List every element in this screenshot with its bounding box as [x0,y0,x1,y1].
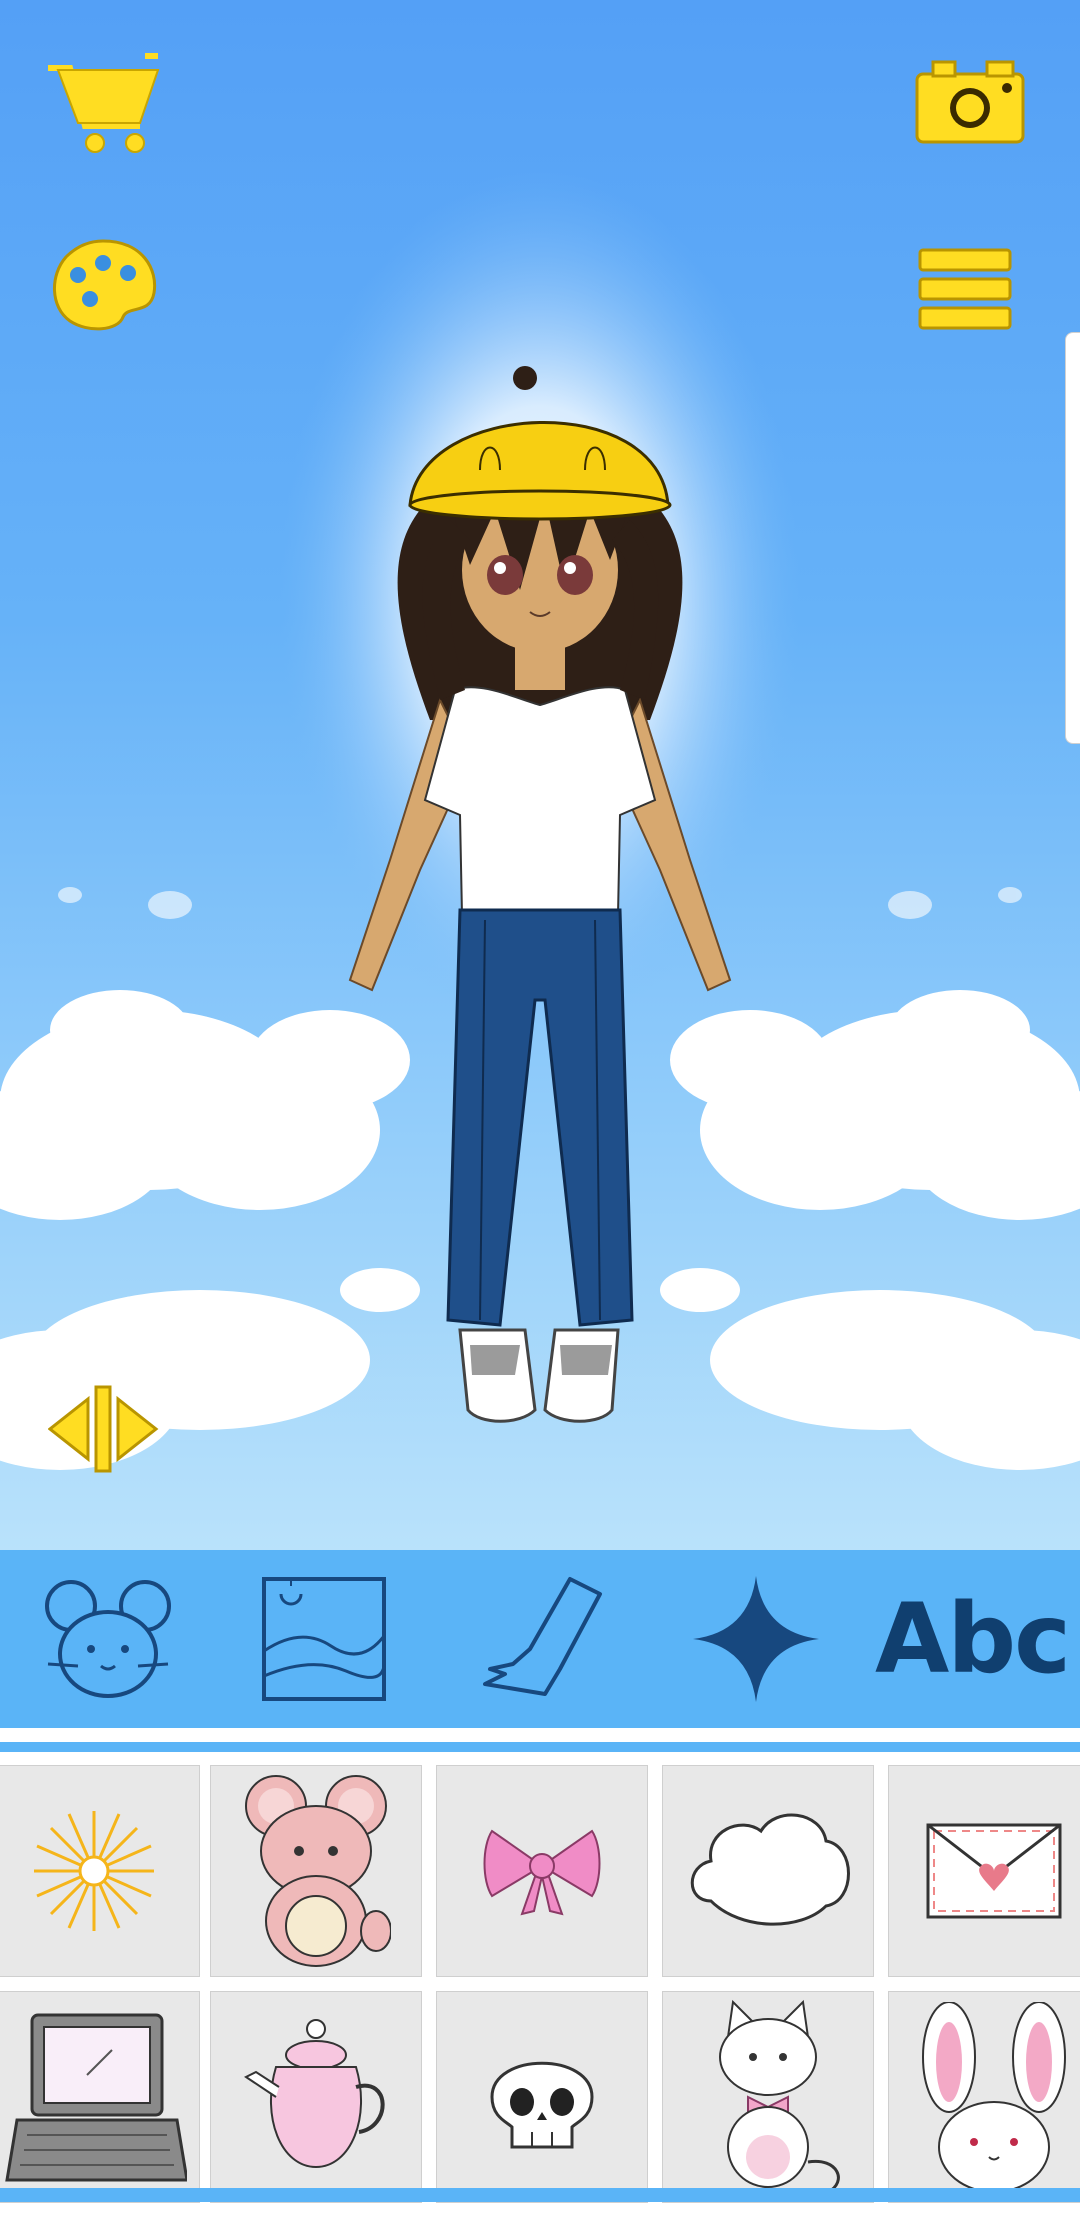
glove-icon [483,1577,602,1696]
category-tab-accessories[interactable] [23,1564,193,1714]
teapot-icon [244,2019,385,2169]
camera-button[interactable] [915,58,1027,150]
side-panel-handle[interactable] [1065,332,1080,744]
laptop-icon [4,2013,187,2181]
item-tile[interactable] [210,1991,422,2203]
landscape-background-icon [262,1577,386,1701]
color-palette-button[interactable] [48,235,160,339]
item-tile[interactable] [436,1991,648,2203]
camera-icon [915,60,1025,144]
item-tile[interactable] [662,1991,874,2203]
sunburst-icon [34,1811,154,1931]
category-tab-gloves[interactable] [455,1564,625,1714]
bottom-bar [0,2188,1080,2202]
shop-button[interactable] [40,48,165,162]
item-tile[interactable] [436,1765,648,1977]
palette-icon [53,239,157,331]
flip-arrows-icon [47,1385,159,1473]
main-menu-button[interactable] [918,248,1013,336]
shopping-cart-icon [48,53,160,153]
item-tile[interactable] [662,1765,874,1977]
cat-plush-icon [719,1999,840,2194]
item-grid [0,1752,1080,2220]
teddy-mouse-icon [245,1775,391,1967]
category-tab-backgrounds[interactable] [239,1564,409,1714]
character-preview-stage [0,0,1080,1550]
skull-icon [490,2061,594,2149]
hamburger-menu-icon [918,248,1012,330]
item-tile[interactable] [210,1765,422,1977]
divider [0,1742,1080,1752]
item-tile[interactable] [888,1765,1080,1977]
cloud-icon [690,1813,850,1926]
item-tile[interactable] [888,1991,1080,2203]
pink-bow-icon [483,1829,601,1916]
item-tile[interactable] [0,1765,200,1977]
bunny-icon [922,2002,1066,2192]
love-letter-icon [926,1823,1062,1919]
item-tile[interactable] [0,1991,200,2203]
category-bar: Abc [0,1550,1080,1728]
category-tab-effects[interactable] [671,1564,841,1714]
sky-background [0,170,1080,1470]
sparkle-icon [693,1576,819,1702]
mouse-icon [45,1580,171,1698]
flip-character-button[interactable] [47,1385,160,1477]
text-category-label: Abc [875,1583,1071,1695]
category-tab-text[interactable]: Abc [875,1564,1071,1714]
